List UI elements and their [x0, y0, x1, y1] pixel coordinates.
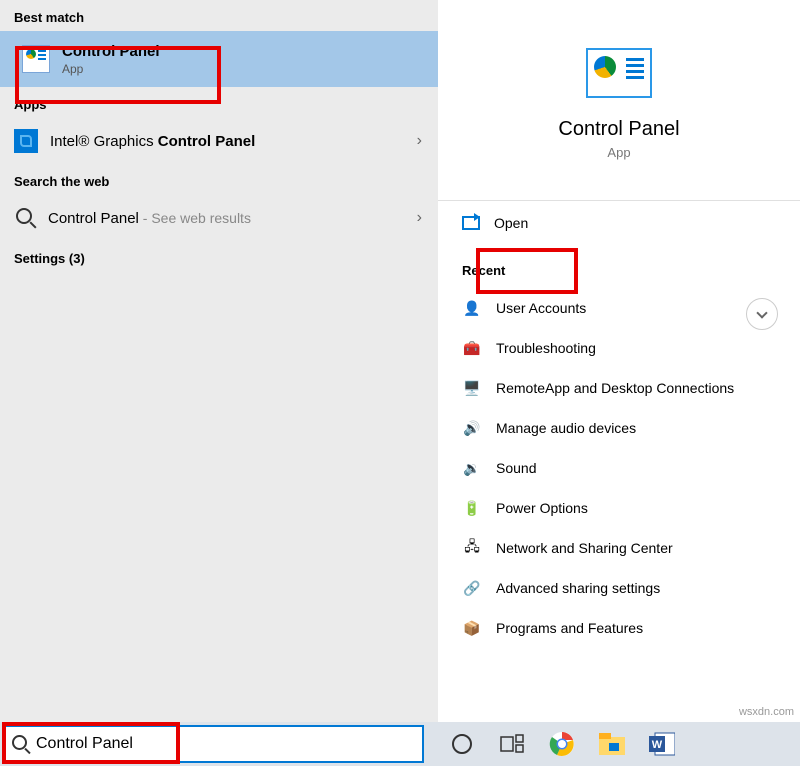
- best-match-subtitle: App: [62, 62, 160, 76]
- chevron-right-icon[interactable]: ›: [417, 132, 422, 150]
- recent-item[interactable]: 🔋 Power Options: [438, 488, 800, 528]
- expand-button[interactable]: [746, 298, 778, 330]
- recent-item[interactable]: 🧰 Troubleshooting: [438, 328, 800, 368]
- recent-item-icon: 🔉: [462, 458, 482, 478]
- recent-item-label: Power Options: [496, 500, 588, 516]
- control-panel-icon: [22, 45, 50, 73]
- open-icon: [462, 216, 480, 230]
- recent-item-label: Network and Sharing Center: [496, 540, 673, 556]
- recent-list: 👤 User Accounts 🧰 Troubleshooting 🖥️ RemoteAp…: [438, 288, 800, 648]
- apps-label: Apps: [0, 87, 438, 118]
- recent-item-icon: 🧰: [462, 338, 482, 358]
- recent-item-icon: 🔊: [462, 418, 482, 438]
- recent-item-label: User Accounts: [496, 300, 586, 316]
- recent-item-icon: 🖥️: [462, 378, 482, 398]
- recent-item-label: Advanced sharing settings: [496, 580, 660, 596]
- best-match-label: Best match: [0, 0, 438, 31]
- recent-item[interactable]: 🔉 Sound: [438, 448, 800, 488]
- web-hint: - See web results: [139, 210, 251, 226]
- best-match-result[interactable]: Control Panel App: [0, 31, 438, 87]
- recent-item-icon: 👤: [462, 298, 482, 318]
- file-explorer-icon[interactable]: [598, 730, 626, 758]
- search-input[interactable]: [36, 735, 416, 753]
- details-pane: Control Panel App Open Recent 👤 User Acco…: [438, 0, 800, 722]
- chevron-down-icon: [756, 307, 767, 318]
- recent-item-icon: 🖧: [462, 538, 482, 558]
- details-subtitle: App: [607, 145, 630, 160]
- open-button[interactable]: Open: [438, 201, 800, 245]
- recent-item-label: Manage audio devices: [496, 420, 636, 436]
- recent-item-icon: 📦: [462, 618, 482, 638]
- recent-item-label: Programs and Features: [496, 620, 643, 636]
- results-pane: Best match Control Panel App Apps Intel®…: [0, 0, 438, 722]
- recent-item-label: RemoteApp and Desktop Connections: [496, 380, 734, 396]
- recent-item[interactable]: 🔊 Manage audio devices: [438, 408, 800, 448]
- recent-item[interactable]: 🖥️ RemoteApp and Desktop Connections: [438, 368, 800, 408]
- recent-item[interactable]: 👤 User Accounts: [438, 288, 800, 328]
- word-icon[interactable]: W: [648, 730, 676, 758]
- chevron-right-icon[interactable]: ›: [417, 209, 422, 227]
- intel-icon: [14, 129, 38, 153]
- web-label: Search the web: [0, 164, 438, 195]
- svg-text:W: W: [652, 739, 663, 751]
- recent-item-icon: 🔗: [462, 578, 482, 598]
- recent-item-icon: 🔋: [462, 498, 482, 518]
- web-query: Control Panel: [48, 210, 139, 227]
- open-label: Open: [494, 215, 528, 231]
- chrome-icon[interactable]: [548, 730, 576, 758]
- recent-item[interactable]: 🖧 Network and Sharing Center: [438, 528, 800, 568]
- app-result-intel[interactable]: Intel® Graphics Control Panel ›: [0, 118, 438, 164]
- watermark: wsxdn.com: [739, 706, 794, 718]
- control-panel-large-icon: [586, 48, 652, 98]
- recent-label: Recent: [438, 245, 800, 288]
- recent-item-label: Troubleshooting: [496, 340, 596, 356]
- search-icon: [16, 208, 36, 228]
- taskbar: W: [0, 722, 800, 766]
- task-view-icon[interactable]: [498, 730, 526, 758]
- web-search-result[interactable]: Control Panel - See web results ›: [0, 195, 438, 241]
- best-match-title: Control Panel: [62, 43, 160, 60]
- recent-item[interactable]: 🔗 Advanced sharing settings: [438, 568, 800, 608]
- cortana-icon[interactable]: [448, 730, 476, 758]
- taskbar-search-box[interactable]: [4, 725, 424, 763]
- app-label: Intel® Graphics Control Panel: [50, 133, 417, 150]
- details-title: Control Panel: [558, 118, 679, 141]
- settings-label[interactable]: Settings (3): [0, 241, 438, 276]
- recent-item-label: Sound: [496, 460, 536, 476]
- recent-item[interactable]: 📦 Programs and Features: [438, 608, 800, 648]
- search-icon: [12, 735, 30, 753]
